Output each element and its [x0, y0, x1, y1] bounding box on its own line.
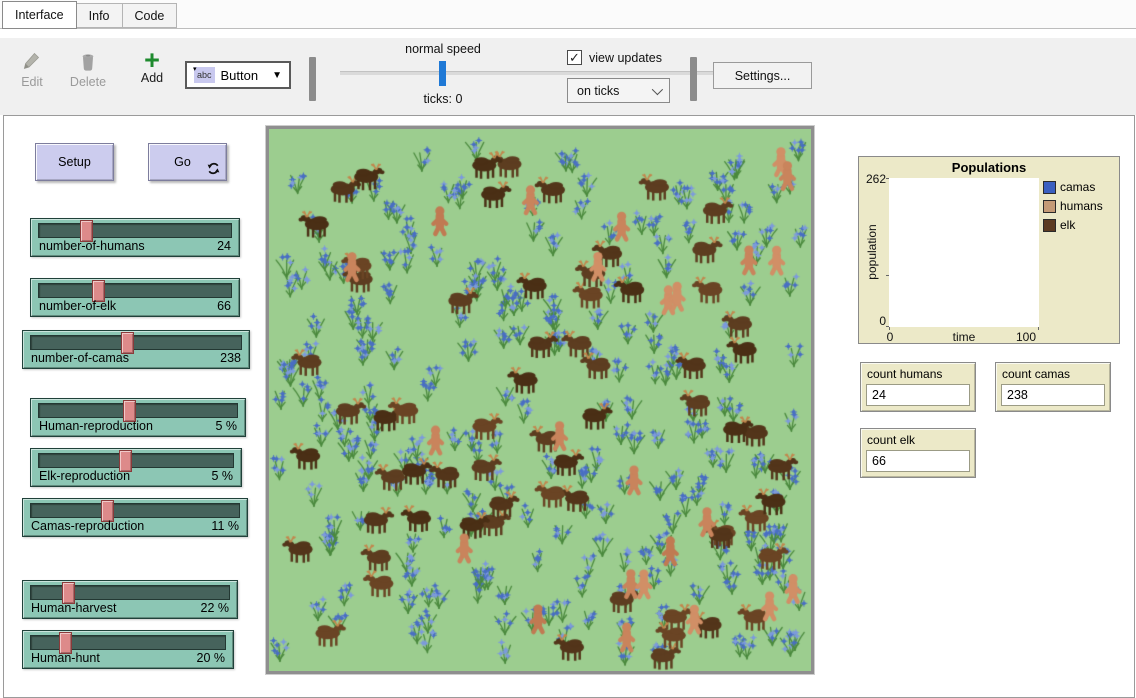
monitor-label: count elk [867, 433, 915, 447]
slider-number-of-humans[interactable]: number-of-humans 24 [30, 218, 240, 257]
slider-number-of-elk[interactable]: number-of-elk 66 [30, 278, 240, 317]
pencil-icon [10, 51, 54, 73]
legend-item-elk: elk [1043, 218, 1103, 232]
slider-value: 11 % [211, 519, 239, 533]
toolbar-separator [309, 57, 316, 101]
x-axis-max: 100 [1009, 330, 1043, 344]
update-mode-value: on ticks [577, 84, 619, 98]
slider-label: Camas-reproduction [31, 519, 144, 533]
plot-area [889, 178, 1039, 327]
button-widget-icon: ▾abc [194, 67, 215, 83]
elk-swatch [1043, 219, 1056, 232]
monitor-count-elk: count elk 66 [860, 428, 976, 478]
go-label: Go [174, 155, 191, 169]
plus-icon: + [130, 47, 174, 69]
add-label: Add [141, 71, 163, 85]
speed-label: normal speed [343, 42, 543, 56]
slider-value: 238 [220, 351, 241, 365]
camas-swatch [1043, 181, 1056, 194]
slider-label: Elk-reproduction [39, 469, 130, 483]
delete-label: Delete [70, 75, 106, 89]
view-updates-checkbox[interactable]: ✓ [567, 50, 582, 65]
slider-label: number-of-camas [31, 351, 129, 365]
tab-interface[interactable]: Interface [2, 1, 77, 29]
slider-track[interactable] [30, 503, 240, 518]
legend-item-camas: camas [1043, 180, 1103, 194]
forever-icon [207, 162, 220, 175]
monitor-label: count humans [867, 367, 942, 381]
widget-type-dropdown[interactable]: ▾abc Button ▼ [185, 61, 291, 89]
update-mode-select[interactable]: on ticks [567, 78, 670, 103]
edit-button[interactable]: Edit [10, 51, 54, 89]
ticks-counter: ticks: 0 [343, 92, 543, 106]
y-tick-mark [886, 275, 889, 276]
slider-label: Human-hunt [31, 651, 100, 665]
monitor-count-camas: count camas 238 [995, 362, 1111, 412]
edit-label: Edit [21, 75, 43, 89]
slider-value: 5 % [211, 469, 233, 483]
tab-info[interactable]: Info [76, 3, 123, 28]
monitor-value: 238 [1001, 384, 1105, 406]
humans-swatch [1043, 200, 1056, 213]
view-updates-group: ✓ view updates [567, 50, 662, 65]
plot-legend: camas humans elk [1043, 180, 1103, 237]
monitor-value: 66 [866, 450, 970, 472]
slider-value: 24 [217, 239, 231, 253]
slider-track[interactable] [30, 585, 230, 600]
go-button[interactable]: Go [148, 143, 227, 181]
slider-Elk-reproduction[interactable]: Elk-reproduction 5 % [30, 448, 242, 487]
trash-icon [62, 51, 114, 73]
x-tick-mark [889, 327, 890, 330]
slider-value: 66 [217, 299, 231, 313]
widget-type-value: Button [221, 68, 259, 83]
slider-track[interactable] [38, 283, 232, 298]
y-tick-mark [886, 178, 889, 179]
slider-label: Human-reproduction [39, 419, 153, 433]
y-axis-min: 0 [867, 314, 886, 328]
slider-label: number-of-elk [39, 299, 116, 313]
legend-item-humans: humans [1043, 199, 1103, 213]
settings-button[interactable]: Settings... [713, 62, 812, 89]
slider-number-of-camas[interactable]: number-of-camas 238 [22, 330, 250, 369]
slider-Human-reproduction[interactable]: Human-reproduction 5 % [30, 398, 246, 437]
slider-value: 22 % [201, 601, 230, 615]
view-updates-label: view updates [589, 51, 662, 65]
x-tick-mark [1038, 327, 1039, 330]
slider-track[interactable] [38, 223, 232, 238]
monitor-count-humans: count humans 24 [860, 362, 976, 412]
monitor-label: count camas [1002, 367, 1070, 381]
slider-value: 5 % [215, 419, 237, 433]
plot-title: Populations [859, 160, 1119, 175]
slider-Human-hunt[interactable]: Human-hunt 20 % [22, 630, 234, 669]
tab-bar: Interface Info Code [0, 0, 1136, 29]
world-view-frame [266, 126, 814, 674]
slider-track[interactable] [30, 635, 226, 650]
monitor-value: 24 [866, 384, 970, 406]
slider-value: 20 % [197, 651, 226, 665]
chevron-down-icon [652, 83, 663, 94]
populations-plot[interactable]: Populations 262 0 population 0 time 100 … [858, 156, 1120, 344]
world-view[interactable] [269, 129, 811, 671]
setup-label: Setup [58, 155, 91, 169]
slider-label: Human-harvest [31, 601, 116, 615]
slider-Human-harvest[interactable]: Human-harvest 22 % [22, 580, 238, 619]
delete-button[interactable]: Delete [62, 51, 114, 89]
slider-track[interactable] [38, 453, 234, 468]
slider-track[interactable] [30, 335, 242, 350]
slider-label: number-of-humans [39, 239, 145, 253]
y-axis-max: 262 [859, 172, 886, 186]
setup-button[interactable]: Setup [35, 143, 114, 181]
toolbar: Edit Delete + Add ▾abc Button ▼ normal s… [0, 38, 1136, 115]
toolbar-separator [690, 57, 697, 101]
slider-Camas-reproduction[interactable]: Camas-reproduction 11 % [22, 498, 248, 537]
add-button[interactable]: + Add [130, 47, 174, 85]
dropdown-caret-icon: ▼ [272, 70, 282, 81]
speed-slider-handle[interactable] [439, 61, 446, 86]
y-axis-label: population [865, 212, 879, 292]
slider-track[interactable] [38, 403, 238, 418]
tab-code[interactable]: Code [122, 3, 178, 28]
